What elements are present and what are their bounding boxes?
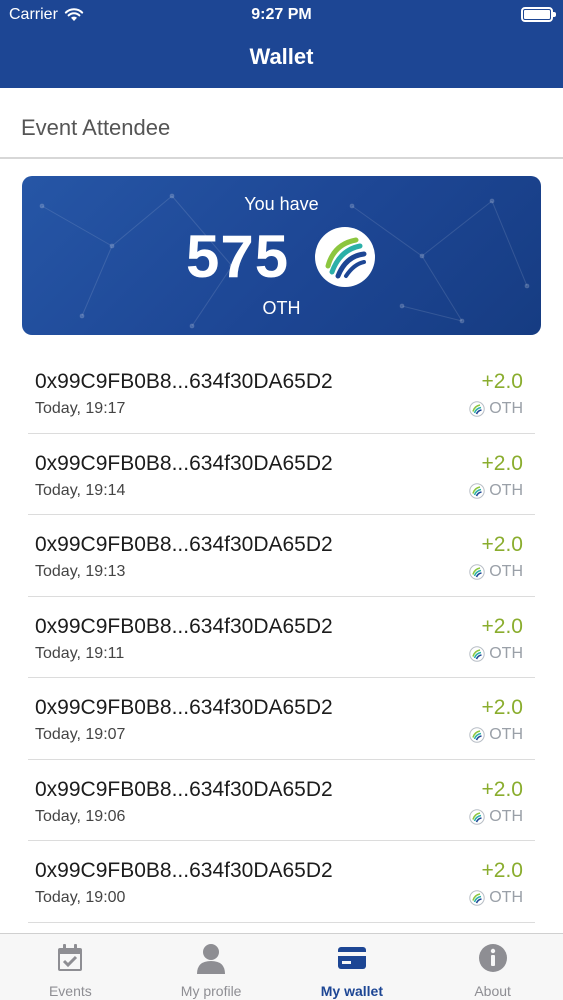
- oth-logo-icon: [315, 227, 375, 287]
- transaction-currency: OTH: [469, 889, 523, 907]
- transaction-address: 0x99C9FB0B8...634f30DA65D2: [35, 533, 333, 556]
- transaction-row[interactable]: 0x99C9FB0B8...634f30DA65D2 Today, 19:13 +2…: [28, 515, 535, 597]
- tab-my-profile-label: My profile: [180, 983, 242, 999]
- transaction-list: 0x99C9FB0B8...634f30DA65D2 Today, 19:17 +2…: [0, 352, 563, 923]
- transaction-time: Today, 19:13: [35, 563, 126, 580]
- transaction-time: Today, 19:11: [35, 644, 125, 662]
- oth-coin-icon: [469, 808, 485, 825]
- tab-bar: Events My profile My wallet About: [0, 933, 563, 1000]
- wallet-card-icon: [337, 947, 366, 969]
- transaction-address: 0x99C9FB0B8...634f30DA65D2: [35, 777, 333, 801]
- oth-coin-icon: [469, 727, 485, 743]
- transaction-currency: OTH: [469, 482, 523, 500]
- balance-label: You have: [244, 194, 319, 214]
- section-header: Event Attendee: [0, 88, 563, 159]
- oth-coin-icon: [469, 564, 485, 580]
- transaction-currency: OTH: [469, 808, 523, 826]
- transaction-amount: +2.0: [481, 777, 523, 801]
- transaction-row[interactable]: 0x99C9FB0B8...634f30DA65D2 Today, 19:17 +2…: [28, 352, 535, 434]
- transaction-amount: +2.0: [481, 614, 523, 638]
- transaction-currency-label: OTH: [489, 889, 523, 906]
- transaction-amount: +2.0: [481, 696, 523, 719]
- transaction-amount: +2.0: [481, 370, 523, 393]
- transaction-amount: +2.0: [481, 533, 523, 556]
- tab-events-label: Events: [48, 983, 92, 999]
- transaction-currency-label: OTH: [489, 644, 523, 662]
- transaction-currency: OTH: [469, 726, 523, 744]
- transaction-currency-label: OTH: [489, 563, 523, 580]
- transaction-currency: OTH: [469, 563, 523, 581]
- transaction-address: 0x99C9FB0B8...634f30DA65D2: [35, 614, 333, 638]
- oth-coin-icon: [469, 645, 485, 662]
- info-icon: [478, 944, 507, 972]
- section-title: Event Attendee: [21, 115, 171, 140]
- transaction-address: 0x99C9FB0B8...634f30DA65D2: [35, 370, 333, 393]
- transaction-time: Today, 19:00: [35, 889, 126, 906]
- transaction-amount: +2.0: [481, 451, 523, 475]
- tab-events[interactable]: Events: [0, 934, 141, 1000]
- transaction-currency: OTH: [469, 400, 523, 418]
- balance-card: You have 575 OTH: [22, 176, 541, 335]
- oth-coin-icon: [469, 482, 485, 499]
- transaction-row[interactable]: 0x99C9FB0B8...634f30DA65D2 Today, 19:07 +2…: [28, 678, 535, 760]
- transaction-row[interactable]: 0x99C9FB0B8...634f30DA65D2 Today, 19:06 +2…: [28, 760, 535, 841]
- oth-coin-icon: [469, 890, 485, 906]
- transaction-row[interactable]: 0x99C9FB0B8...634f30DA65D2 Today, 19:11 +2…: [28, 597, 535, 678]
- balance-amount: 575: [186, 223, 290, 290]
- calendar-check-icon: [58, 944, 83, 971]
- page-title: Wallet: [249, 44, 314, 69]
- tab-about-label: About: [474, 983, 511, 999]
- transaction-address: 0x99C9FB0B8...634f30DA65D2: [35, 859, 333, 882]
- transaction-time: Today, 19:07: [35, 726, 126, 743]
- oth-coin-icon: [469, 401, 485, 417]
- tab-about[interactable]: About: [422, 934, 563, 1000]
- transaction-row[interactable]: 0x99C9FB0B8...634f30DA65D2 Today, 19:14 +2…: [28, 434, 535, 515]
- transaction-currency: OTH: [469, 645, 523, 663]
- transaction-amount: +2.0: [481, 859, 523, 882]
- status-time: 9:27 PM: [251, 6, 312, 23]
- transaction-time: Today, 19:14: [35, 481, 126, 499]
- transaction-currency-label: OTH: [489, 481, 523, 499]
- header: Carrier 9:27 PM Wallet: [0, 0, 563, 88]
- person-icon: [197, 944, 226, 974]
- transaction-address: 0x99C9FB0B8...634f30DA65D2: [35, 451, 333, 475]
- status-bar: Carrier 9:27 PM: [0, 0, 563, 30]
- transaction-row[interactable]: 0x99C9FB0B8...634f30DA65D2 Today, 19:00 +2…: [28, 841, 535, 923]
- transaction-address: 0x99C9FB0B8...634f30DA65D2: [35, 696, 333, 719]
- transaction-time: Today, 19:17: [35, 400, 126, 417]
- transaction-currency-label: OTH: [489, 726, 523, 743]
- battery-icon: [521, 7, 556, 22]
- transaction-time: Today, 19:06: [35, 807, 126, 825]
- tab-my-wallet-label: My wallet: [320, 983, 383, 999]
- tab-my-profile[interactable]: My profile: [141, 934, 282, 1000]
- balance-unit: OTH: [262, 298, 301, 318]
- transaction-currency-label: OTH: [489, 807, 523, 825]
- tab-my-wallet[interactable]: My wallet: [282, 934, 423, 1000]
- transaction-currency-label: OTH: [489, 400, 523, 417]
